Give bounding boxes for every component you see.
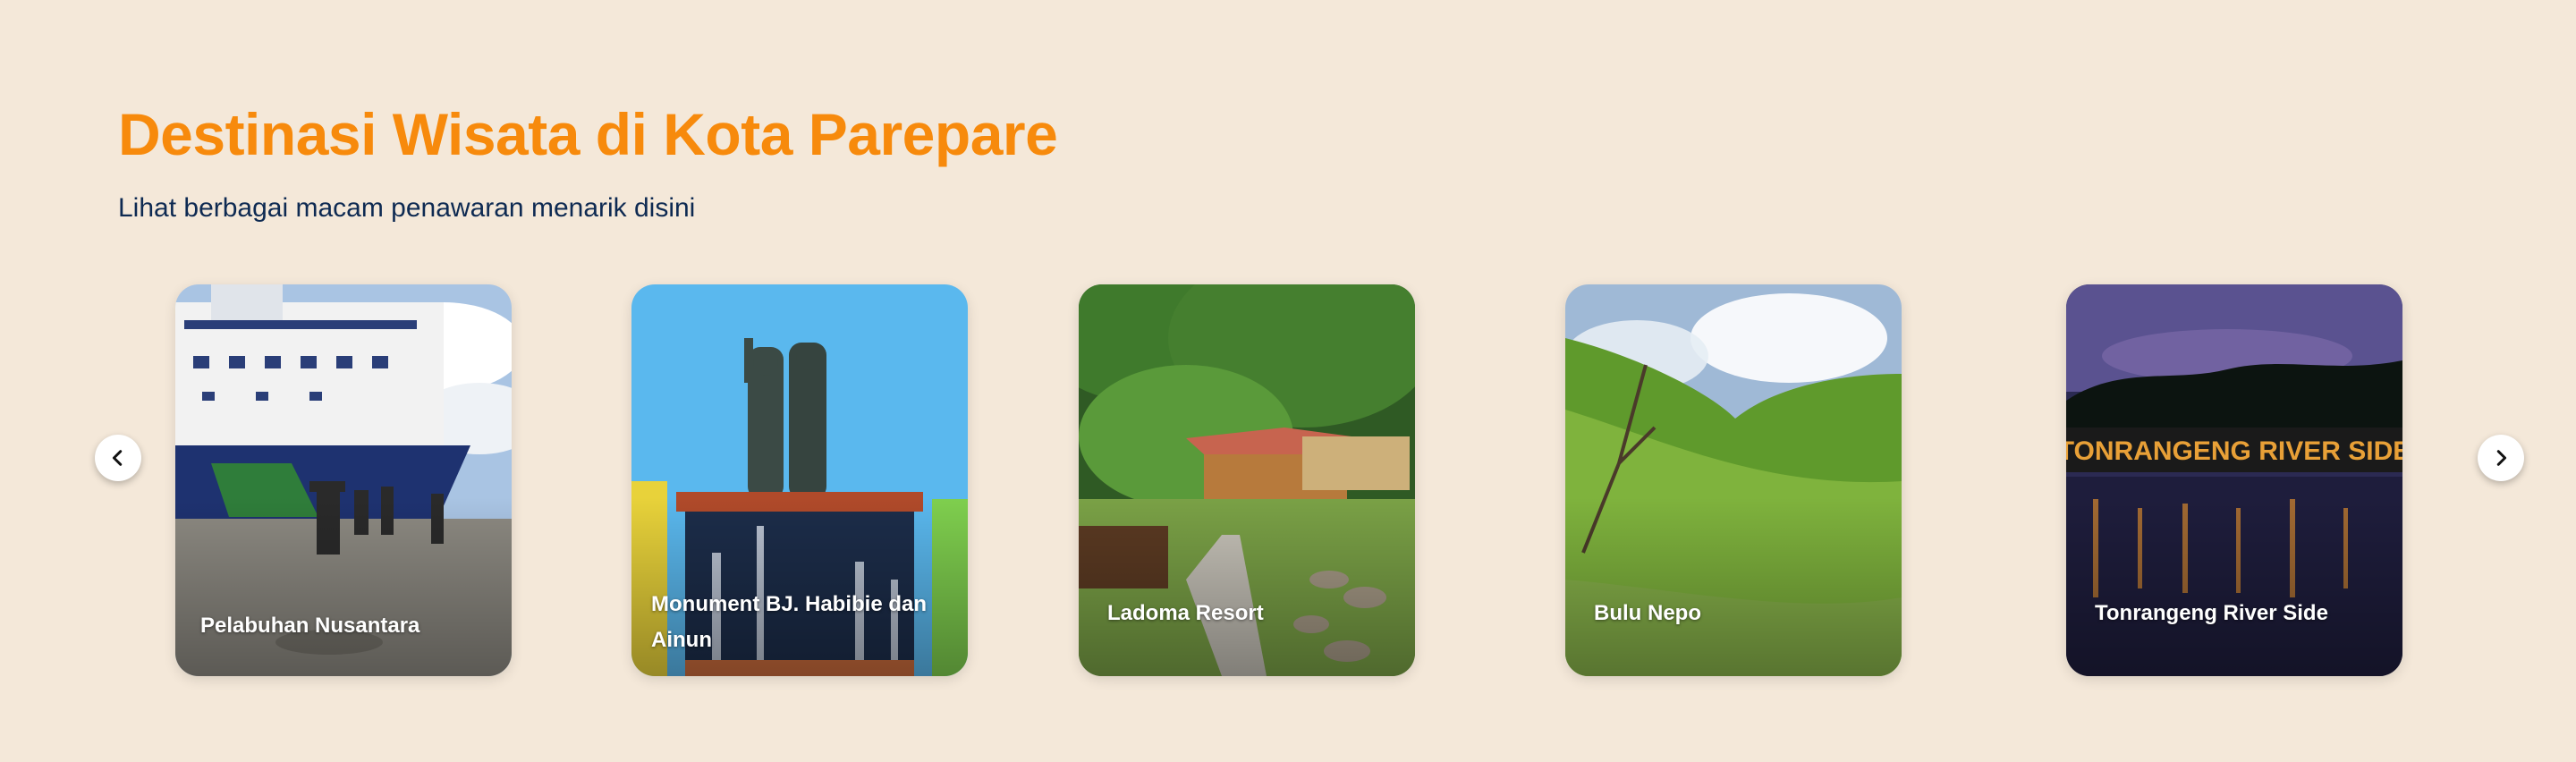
- destination-label: Bulu Nepo: [1594, 601, 1701, 625]
- destination-card-monument-habibie-ainun[interactable]: Monument BJ. Habibie dan Ainun: [631, 284, 968, 676]
- carousel-prev-button[interactable]: [95, 435, 141, 481]
- destination-label: Pelabuhan Nusantara: [200, 614, 420, 638]
- section-title: Destinasi Wisata di Kota Parepare: [118, 101, 1058, 167]
- destination-card-pelabuhan-nusantara[interactable]: Pelabuhan Nusantara: [175, 284, 512, 676]
- section-subtitle: Lihat berbagai macam penawaran menarik d…: [118, 193, 696, 223]
- destination-card-bulu-nepo[interactable]: Bulu Nepo: [1565, 284, 1902, 676]
- chevron-left-icon: [112, 450, 123, 466]
- river-sign-text: TONRANGENG RIVER SIDE: [2066, 436, 2402, 466]
- destination-card-tonrangeng-river-side[interactable]: TONRANGENG RIVER SIDE Tonrangeng River S…: [2066, 284, 2402, 676]
- destination-label: Ladoma Resort: [1107, 601, 1264, 625]
- chevron-right-icon: [2496, 450, 2507, 466]
- destination-label: Tonrangeng River Side: [2095, 601, 2328, 625]
- carousel-next-button[interactable]: [2478, 435, 2524, 481]
- destination-card-ladoma-resort[interactable]: Ladoma Resort: [1079, 284, 1415, 676]
- destination-label: Monument BJ. Habibie dan Ainun: [651, 592, 928, 652]
